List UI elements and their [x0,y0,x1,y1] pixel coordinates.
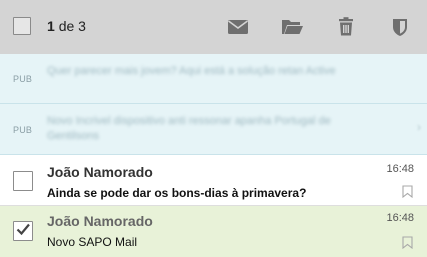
folder-open-icon[interactable] [280,15,304,39]
message-checkbox[interactable] [13,221,33,241]
ad-tag: PUB [13,125,33,135]
ad-tag: PUB [13,74,33,84]
trash-icon[interactable] [334,15,358,39]
message-row[interactable]: João Namorado Ainda se pode dar os bons-… [0,155,427,206]
message-row[interactable]: João Namorado Novo SAPO Mail 16:48 [0,206,427,257]
message-counter: 1 de 3 [47,18,86,34]
bookmark-icon[interactable] [402,185,413,199]
message-subject: Novo SAPO Mail [47,235,138,249]
message-time: 16:48 [386,163,414,175]
toolbar: 1 de 3 [0,0,427,54]
message-subject: Ainda se pode dar os bons-dias à primave… [47,186,307,200]
ad-text: Quer parecer mais jovem? Aqui está a sol… [47,65,336,77]
shield-icon[interactable] [388,15,412,39]
ad-row[interactable]: PUB Novo Incrivel dispositivo anti resso… [0,104,427,155]
counter-total: de 3 [58,18,86,34]
ad-row[interactable]: PUB Quer parecer mais jovem? Aqui está a… [0,54,427,104]
chevron-right-icon: › [417,120,421,134]
counter-current: 1 [47,18,55,34]
bookmark-icon[interactable] [402,236,413,250]
message-time: 16:48 [386,212,414,224]
message-sender: João Namorado [47,213,153,229]
ad-text: Novo Incrivel dispositivo anti ressonar … [47,115,331,142]
envelope-icon[interactable] [226,15,250,39]
checkmark-icon [16,223,30,236]
message-checkbox[interactable] [13,171,33,191]
select-all-checkbox[interactable] [13,17,31,35]
message-sender: João Namorado [47,164,153,180]
